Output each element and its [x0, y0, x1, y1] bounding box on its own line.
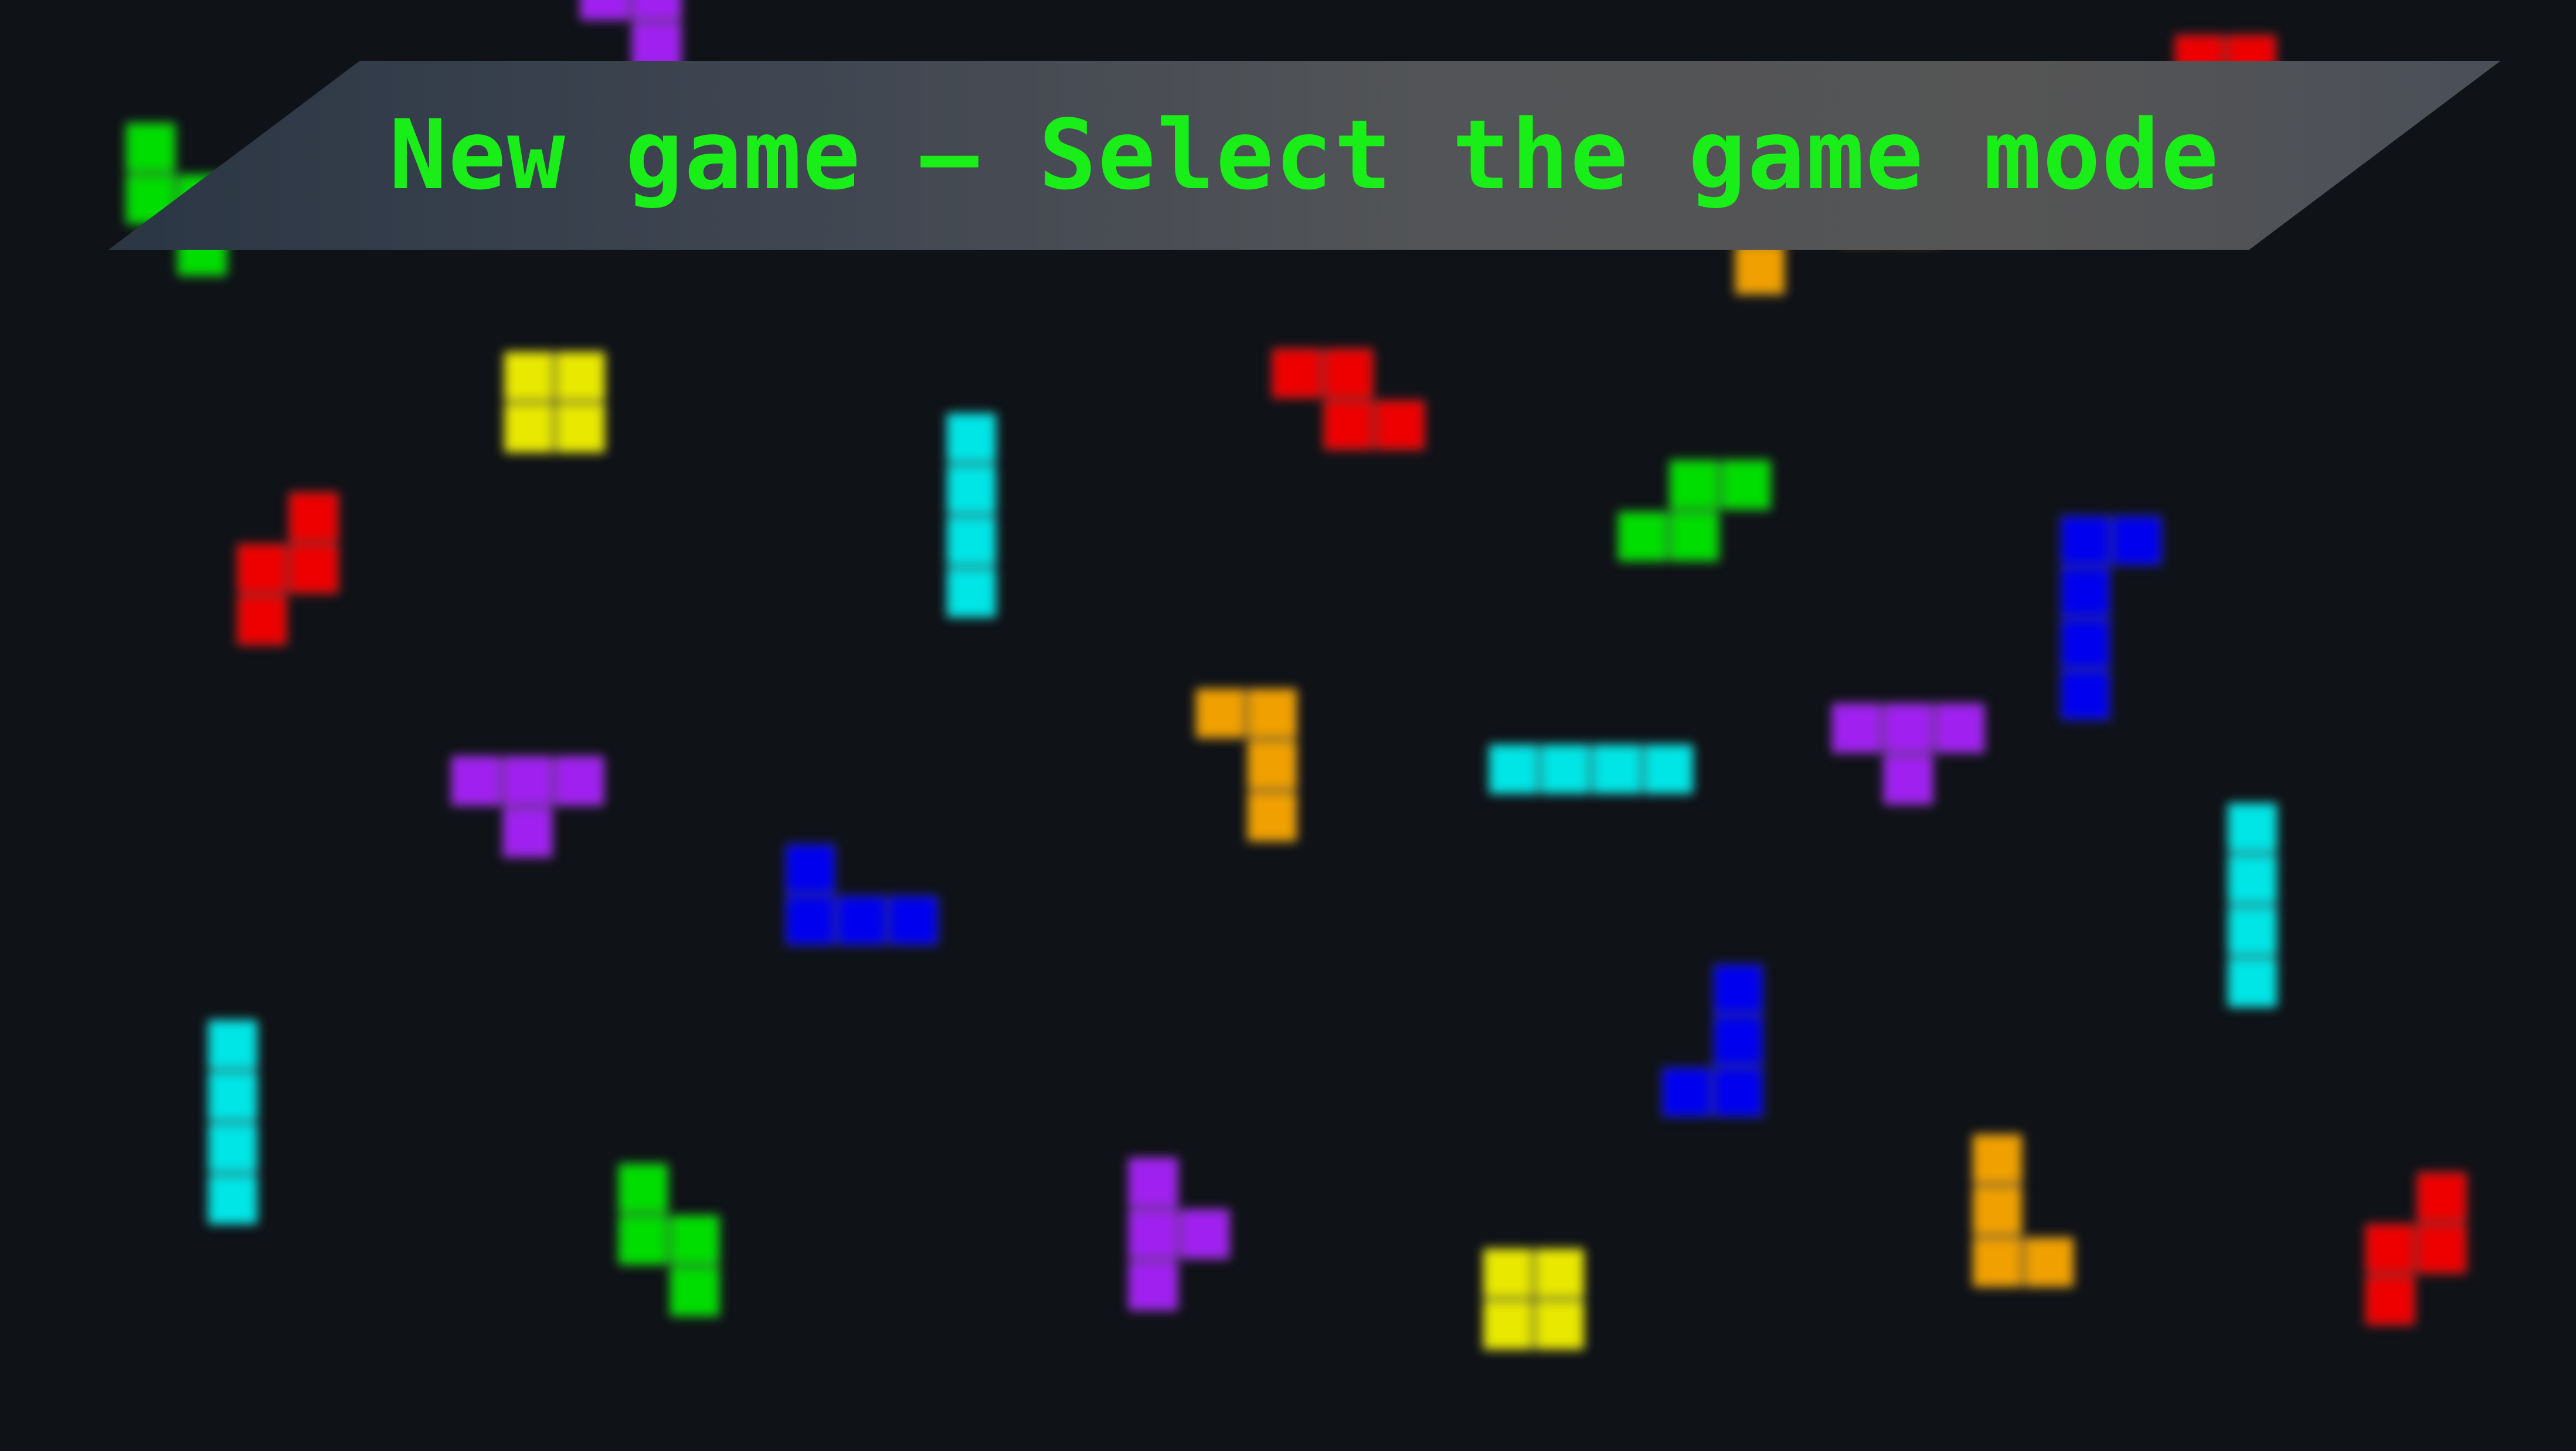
tetromino-block [837, 896, 886, 945]
tetromino-block [556, 403, 605, 453]
tetromino-block [1973, 1134, 2022, 1184]
tetromino-block [947, 465, 996, 514]
tetromino-block [289, 544, 338, 593]
tetromino-block [1935, 704, 1984, 753]
tetromino-block [2061, 568, 2110, 617]
tetromino-block [1535, 1249, 1584, 1298]
tetromino-block [2417, 1224, 2466, 1273]
tetromino-block [208, 1123, 257, 1173]
tetromino-block [2366, 1276, 2415, 1325]
tetromino-block [504, 352, 553, 401]
tetromino-block [555, 756, 604, 806]
tetromino-block [1483, 1300, 1532, 1350]
tetromino-block [1735, 245, 1785, 294]
tetromino-block [947, 568, 996, 617]
tetromino-block [1535, 1300, 1584, 1350]
tetromino-block [208, 1020, 257, 1069]
tetromino-block [1324, 400, 1373, 450]
tetromino-block [618, 1164, 668, 1213]
tetromino-block [1129, 1261, 1178, 1310]
tetromino-block [2024, 1238, 2074, 1287]
tetromino-block [786, 844, 835, 893]
tetromino-block [1670, 460, 1719, 509]
tetromino-block [503, 808, 552, 857]
tetromino-block [1196, 689, 1245, 738]
tetromino-block [1973, 1238, 2022, 1287]
tetromino-block [289, 492, 338, 542]
tetromino-block [1541, 745, 1590, 794]
tetromino-block [2228, 906, 2277, 956]
tetromino-block [1129, 1209, 1178, 1259]
tetromino-block [580, 0, 630, 20]
tetromino-block [1973, 1186, 2022, 1235]
tetromino-block [947, 413, 996, 463]
tetromino-block [1324, 349, 1373, 398]
tetromino-block [2366, 1224, 2415, 1273]
tetromino-block [1832, 704, 1881, 753]
tetromino-block [237, 544, 287, 593]
tetromino-block [670, 1215, 719, 1265]
tetromino-block [1272, 349, 1321, 398]
tetromino-block [2417, 1173, 2466, 1222]
tetromino-block [1714, 1016, 1763, 1065]
tetromino-block [947, 516, 996, 566]
tetromino-block [1248, 792, 1297, 841]
tetromino-block [2228, 855, 2277, 904]
tetromino-block [1618, 512, 1667, 561]
tetromino-block [1248, 740, 1297, 790]
tetromino-block [2061, 671, 2110, 720]
tetromino-block [670, 1267, 719, 1316]
tetromino-block [451, 756, 501, 806]
tetromino-block [237, 596, 287, 645]
game-menu-screen: New game – Select the game mode [0, 0, 2576, 1451]
tetromino-block [632, 0, 681, 20]
tetromino-block [1714, 1068, 1763, 1117]
tetromino-block [1180, 1209, 1229, 1259]
tetromino-block [1129, 1158, 1178, 1207]
tetromino-block [556, 352, 605, 401]
tetromino-block [2061, 516, 2110, 565]
tetromino-block [1483, 1249, 1532, 1298]
tetromino-block [2061, 619, 2110, 668]
tetromino-block [1884, 755, 1933, 804]
tetromino-block [1592, 745, 1642, 794]
banner-title: New game – Select the game mode [389, 99, 2220, 211]
tetromino-block [1884, 704, 1933, 753]
tetromino-block [1644, 745, 1693, 794]
tetromino-block [208, 1175, 257, 1224]
tetromino-block [2112, 516, 2162, 565]
tetromino-block [889, 896, 938, 945]
tetromino-block [786, 896, 835, 945]
tetromino-block [208, 1072, 257, 1121]
tetromino-block [503, 756, 552, 806]
tetromino-block [618, 1215, 668, 1265]
tetromino-block [1489, 745, 1538, 794]
tetromino-block [2228, 803, 2277, 852]
tetromino-block [1721, 460, 1770, 509]
tetromino-block [2228, 958, 2277, 1007]
tetromino-block [504, 403, 553, 453]
tetromino-block [1248, 689, 1297, 738]
tetromino-block [1375, 400, 1425, 450]
tetromino-block [1714, 964, 1763, 1014]
tetromino-block [1662, 1068, 1711, 1117]
tetromino-block [1670, 512, 1719, 561]
